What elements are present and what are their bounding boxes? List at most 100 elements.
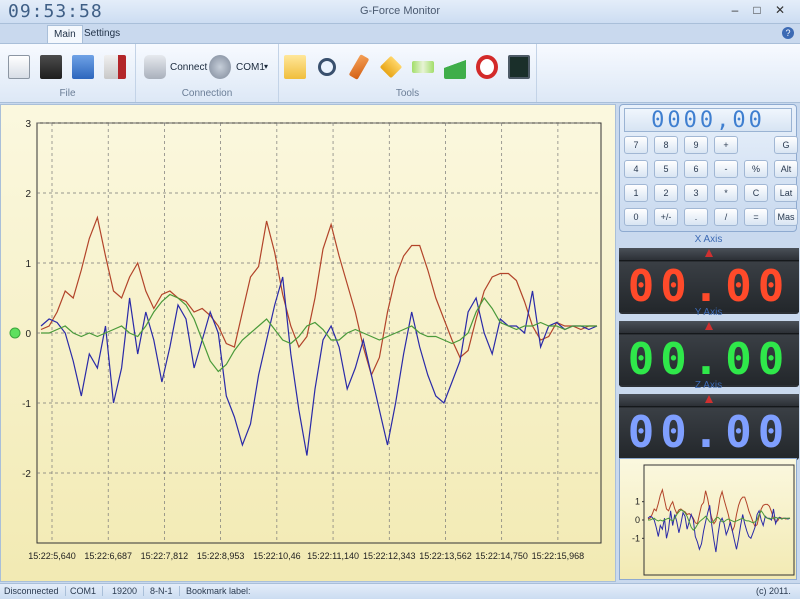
port-icon-button[interactable] [206,52,234,82]
x-tick-label: 15:22:10,46 [253,551,301,561]
group-connection: Connect COM1 ▾ Connection [136,44,279,102]
calc-key[interactable]: 4 [624,160,648,178]
save-button[interactable] [37,52,65,82]
ribbon: File Connect COM1 ▾ Connection Tools [0,43,800,103]
x-tick-label: 15:22:13,562 [419,551,472,561]
new-file-button[interactable] [5,52,33,82]
x-axis-label: X Axis [694,234,723,245]
calc-key[interactable]: 1 [624,184,648,202]
maximize-icon[interactable]: □ [748,3,766,17]
fit-button[interactable] [409,52,437,82]
x-tick-label: 15:22:8,953 [197,551,245,561]
floppy-disk-icon [40,55,62,79]
x-tick-label: 15:22:11,140 [307,551,359,561]
calc-key[interactable]: - [714,160,738,178]
z-axis-display: 00.00 [619,394,799,460]
x-axis-value: 00.00 [619,262,799,312]
calculator: 0000,00 7 8 9 + G 4 5 6-% Alt 1 2 3 * C Lat 0 +/-. / = Mas [619,104,798,232]
tag-button[interactable] [377,52,405,82]
folder-icon [72,55,94,79]
sticky-note-icon [284,55,306,79]
calc-key[interactable]: 8 [654,136,678,154]
status-connection: Disconnected [4,586,66,596]
connect-button[interactable]: Connect [170,62,207,73]
group-label-connection: Connection [181,88,233,99]
area-chart-button[interactable] [441,52,469,82]
zoom-button[interactable] [313,52,341,82]
y-tick-label: -1 [22,399,31,410]
window-title: G-Force Monitor [359,5,441,17]
calc-key[interactable]: % [744,160,768,178]
group-file: File [0,44,136,102]
connect-icon-button[interactable] [141,52,169,82]
calc-key[interactable]: Lat [774,184,798,202]
calc-key[interactable]: Alt [774,160,798,178]
z-axis-label: Z Axis [694,380,723,391]
calc-key[interactable]: . [684,208,708,226]
help-icon[interactable]: ? [782,27,794,39]
monitor-button[interactable] [505,52,533,82]
calc-key[interactable]: 0 [624,208,648,226]
y-axis-arrow-icon [705,322,713,330]
y-tick-label: 1 [25,259,31,270]
x-tick-label: 15:22:14,750 [475,551,528,561]
calc-key[interactable]: 6 [684,160,708,178]
status-port: COM1 [70,586,104,596]
note-button[interactable] [281,52,309,82]
calculator-display: 0000,00 [624,108,792,133]
x-tick-label: 15:22:5,640 [28,551,76,561]
open-button[interactable] [69,52,97,82]
y-tick-label: 2 [25,189,31,200]
minimize-icon[interactable]: – [726,3,744,17]
y-axis-display: 00.00 [619,321,799,387]
x-tick-label: 15:22:12,343 [363,551,416,561]
record-icon [476,55,498,79]
status-frame: 8-N-1 [150,586,180,596]
calc-key[interactable]: + [714,136,738,154]
y-axis-label: Y Axis [694,307,723,318]
calc-key[interactable]: = [744,208,768,226]
calc-key[interactable]: 7 [624,136,648,154]
calc-key[interactable]: 2 [654,184,678,202]
status-baud: 19200 [112,586,145,596]
calc-key[interactable]: 3 [684,184,708,202]
ribbon-tabs: Main Settings ? [0,24,800,44]
calc-key[interactable]: * [714,184,738,202]
x-tick-label: 15:22:15,968 [532,551,585,561]
y-axis-value: 00.00 [619,335,799,385]
gforce-line-chart[interactable]: 3 2 1 0 -1 -2 15:22:5,640 15:22:6,687 15:22:7,81… [1,105,617,583]
right-panel: 0000,00 7 8 9 + G 4 5 6-% Alt 1 2 3 * C Lat 0 +/-. / = Mas … [617,104,800,582]
record-button[interactable] [473,52,501,82]
marker-button[interactable] [345,52,373,82]
port-dropdown[interactable]: COM1 [236,62,265,73]
x-axis-arrow-icon [705,249,713,257]
calc-key[interactable]: 5 [654,160,678,178]
calc-key[interactable]: 9 [684,136,708,154]
main-chart-panel: 3 2 1 0 -1 -2 15:22:5,640 15:22:6,687 15:22:7,81… [0,104,616,582]
plug-icon [144,55,166,79]
overview-chart[interactable]: 1 0 -1 [620,459,798,581]
calc-key[interactable]: C [744,184,768,202]
serial-port-icon [209,55,231,79]
y-tick-label: -2 [22,469,31,480]
x-tick-label: 15:22:7,812 [141,551,189,561]
magnifier-icon [318,58,336,76]
chevron-down-icon[interactable]: ▾ [264,62,268,71]
heartbeat-monitor-icon [508,55,530,79]
z-axis-arrow-icon [705,395,713,403]
calc-key[interactable]: +/- [654,208,678,226]
y-tick-label: 0 [25,329,31,340]
status-copyright: (c) 2011. [756,586,791,596]
calc-key[interactable]: / [714,208,738,226]
export-button[interactable] [101,52,129,82]
series-line-1 [40,276,598,456]
calc-key[interactable]: Mas [774,208,798,226]
close-icon[interactable]: ✕ [771,3,789,17]
mini-y-tick-label: -1 [632,533,640,543]
tab-settings[interactable]: Settings [78,25,126,44]
pencil-icon [348,54,370,80]
title-bar: 09:53:58 G-Force Monitor – □ ✕ [0,0,800,24]
export-arrow-icon [104,55,126,79]
y-tick-label: 3 [25,119,31,130]
calc-key[interactable]: G [774,136,798,154]
